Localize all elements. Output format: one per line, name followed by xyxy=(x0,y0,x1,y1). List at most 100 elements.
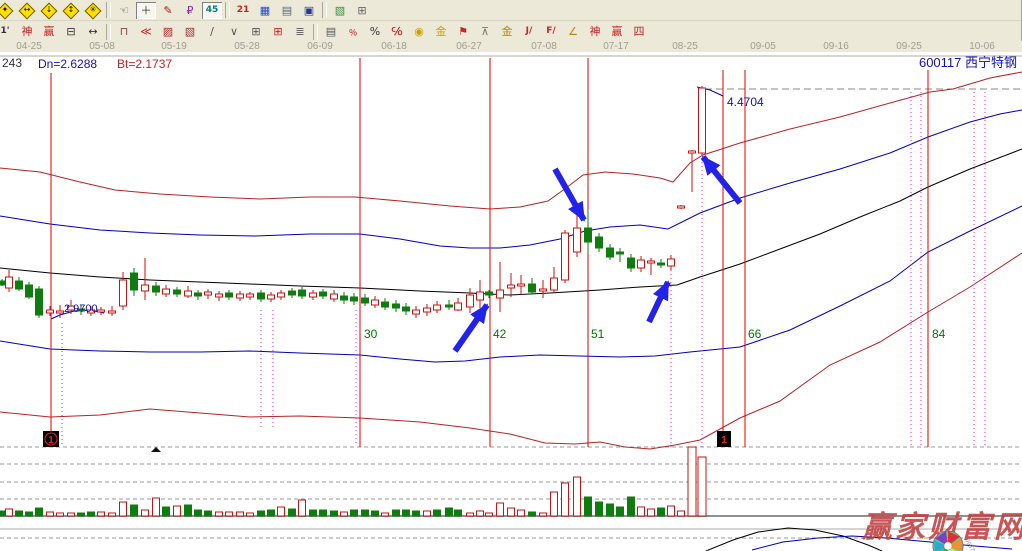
chart-canvas[interactable]: 243 Dn=2.6288 Bt=2.1737 600117 西宁特钢 3042… xyxy=(0,52,1022,551)
toolbar-separator xyxy=(225,2,230,18)
period-count-label-42: 42 xyxy=(493,327,507,341)
toolbar-row-1: ✦ ↔ ↓ ↕ ✳ ☜＋ ✎ ₽45 21 ▦ ▤ ▣ ▧ ⊞ xyxy=(0,0,1021,21)
blue-arrow-annotation-4[interactable] xyxy=(455,305,487,351)
date-axis: 04-2505-0805-1905-2806-0906-1806-2707-08… xyxy=(0,41,1022,52)
hand-tool-icon[interactable]: ☜ xyxy=(114,2,134,19)
crosshair-tool-icon[interactable]: ＋ xyxy=(136,2,156,19)
shade-box-icon[interactable]: ▧ xyxy=(180,23,200,40)
period-45-icon-glyph: 45 xyxy=(206,6,219,15)
toolbar-row-2: 1'神赢⊟↔⊓≪▨▧∕∨⊞⊞≣▤﹪%℅◉金⚑⊼金J/F/∠神赢四 xyxy=(0,21,1021,43)
palette-icon[interactable]: ▧ xyxy=(330,2,350,19)
nav-diamond-star-icon-glyph: ✳ xyxy=(90,6,97,14)
hatch-box-icon[interactable]: ▨ xyxy=(158,23,178,40)
nav-diamond-left-icon-glyph: ✦ xyxy=(2,6,9,14)
percent-icon[interactable]: % xyxy=(365,23,385,40)
person-percent-icon-glyph: ﹪ xyxy=(348,26,359,37)
fan-lines-icon[interactable]: ≪ xyxy=(136,23,156,40)
room-percent-icon-glyph: ℅ xyxy=(391,26,402,37)
palette-icon-glyph: ▧ xyxy=(335,5,345,16)
date-tick-05-08: 05-08 xyxy=(89,41,115,52)
dn-indicator-label: Dn=2.6288 xyxy=(38,57,97,71)
angle-tool-icon[interactable]: 1' xyxy=(0,23,15,40)
blue-arrow-annotation-3[interactable] xyxy=(649,282,668,322)
si-slope-icon-glyph: 四 xyxy=(634,26,645,37)
grid-tool-icon[interactable]: ⊞ xyxy=(246,23,266,40)
save-disk-icon[interactable]: ▣ xyxy=(299,2,319,19)
blue-arrow-annotation-1[interactable] xyxy=(555,169,584,220)
nav-diamond-left-icon[interactable]: ✦ xyxy=(0,2,15,19)
picker-tool-icon[interactable]: ✎ xyxy=(158,2,178,19)
j-slope-icon[interactable]: J/ xyxy=(519,23,539,40)
mark-tool-icon-glyph: ₽ xyxy=(187,5,194,16)
list-tool-icon-glyph: ▤ xyxy=(326,26,336,37)
picker-tool-icon-glyph: ✎ xyxy=(163,5,172,16)
list-tool-icon[interactable]: ▤ xyxy=(321,23,341,40)
shade-box-icon-glyph: ▧ xyxy=(185,26,195,37)
gann-box-icon[interactable]: ⊓ xyxy=(114,23,134,40)
room-percent-icon[interactable]: ℅ xyxy=(387,23,407,40)
flag-tool-icon-glyph: ⚑ xyxy=(458,26,468,37)
ying-tool-icon[interactable]: 赢 xyxy=(39,23,59,40)
nav-diamond-lr-icon[interactable]: ↔ xyxy=(17,2,37,19)
date-tick-07-08: 07-08 xyxy=(531,41,557,52)
toolbar-separator xyxy=(313,24,318,40)
measure-width-icon-glyph: ↔ xyxy=(88,26,97,37)
balance-tool-icon[interactable]: ⊼ xyxy=(475,23,495,40)
ying-slope-icon[interactable]: 赢 xyxy=(607,23,627,40)
metal-slope-icon[interactable]: ∠ xyxy=(563,23,583,40)
period-45-icon[interactable]: 45 xyxy=(202,2,222,19)
f-slope-icon[interactable]: F/ xyxy=(541,23,561,40)
date-tick-10-06: 10-06 xyxy=(969,41,995,52)
flag-tool-icon[interactable]: ⚑ xyxy=(453,23,473,40)
quote-table-icon[interactable]: ▦ xyxy=(255,2,275,19)
report-sheet-icon[interactable]: ▤ xyxy=(277,2,297,19)
report-sheet-icon-glyph: ▤ xyxy=(282,5,292,16)
bt-indicator-label: Bt=2.1737 xyxy=(117,57,172,71)
gold-text-icon[interactable]: 金 xyxy=(497,23,517,40)
nav-diamond-star-icon[interactable]: ✳ xyxy=(83,2,103,19)
measure-width-icon[interactable]: ↔ xyxy=(83,23,103,40)
parallel-lines-icon[interactable]: ≣ xyxy=(290,23,310,40)
v-curve-icon[interactable]: ∨ xyxy=(224,23,244,40)
left-value-label: 243 xyxy=(2,56,22,70)
toolbar-separator xyxy=(322,2,327,18)
j-slope-icon-glyph: J/ xyxy=(526,27,533,36)
gold-circle-icon-glyph: ◉ xyxy=(414,26,424,37)
shen-tool-icon[interactable]: 神 xyxy=(17,23,37,40)
nav-diamond-down-icon-glyph: ↓ xyxy=(46,6,53,14)
ruler-123-icon-glyph: ⊟ xyxy=(66,26,75,37)
bands-layer xyxy=(0,72,1022,449)
person-percent-icon[interactable]: ﹪ xyxy=(343,23,363,40)
si-slope-icon[interactable]: 四 xyxy=(629,23,649,40)
date-tick-05-19: 05-19 xyxy=(161,41,187,52)
angle-tool-icon-glyph: 1' xyxy=(0,27,9,36)
gold-circle-icon[interactable]: ◉ xyxy=(409,23,429,40)
trend-line-icon[interactable]: ∕ xyxy=(202,23,222,40)
nav-diamond-down-icon[interactable]: ↓ xyxy=(39,2,59,19)
period-count-label-66: 66 xyxy=(748,327,762,341)
print-icon[interactable]: ⊞ xyxy=(352,2,372,19)
blue-arrow-annotation-2[interactable] xyxy=(703,157,740,203)
red-grid-tool-icon[interactable]: ⊞ xyxy=(268,23,288,40)
mark-tool-icon[interactable]: ₽ xyxy=(180,2,200,19)
toolbar-separator xyxy=(106,24,111,40)
fan-lines-icon-glyph: ≪ xyxy=(140,26,152,37)
calendar-21-icon-glyph: 21 xyxy=(237,6,250,15)
metal-slope-icon-glyph: ∠ xyxy=(568,26,578,37)
chart-labels: 243 Dn=2.6288 Bt=2.1737 600117 西宁特钢 3042… xyxy=(2,55,1017,452)
annotation-arrows[interactable] xyxy=(455,157,740,351)
shen-slope-icon[interactable]: 神 xyxy=(585,23,605,40)
f-slope-icon-glyph: F/ xyxy=(546,27,555,36)
date-tick-05-28: 05-28 xyxy=(234,41,260,52)
calendar-21-icon[interactable]: 21 xyxy=(233,2,253,19)
trend-line-icon-glyph: ∕ xyxy=(210,26,214,37)
date-tick-06-09: 06-09 xyxy=(307,41,333,52)
price-high-label: 4.4704 xyxy=(727,95,764,109)
event-flag-marker-2[interactable]: 1 xyxy=(721,435,727,446)
stock-title: 600117 西宁特钢 xyxy=(919,55,1017,70)
ruler-123-icon[interactable]: ⊟ xyxy=(61,23,81,40)
gold-bars-icon[interactable]: 金 xyxy=(431,23,451,40)
gold-bars-icon-glyph: 金 xyxy=(436,26,447,37)
gold-text-icon-glyph: 金 xyxy=(502,26,513,37)
nav-diamond-ud-icon[interactable]: ↕ xyxy=(61,2,81,19)
